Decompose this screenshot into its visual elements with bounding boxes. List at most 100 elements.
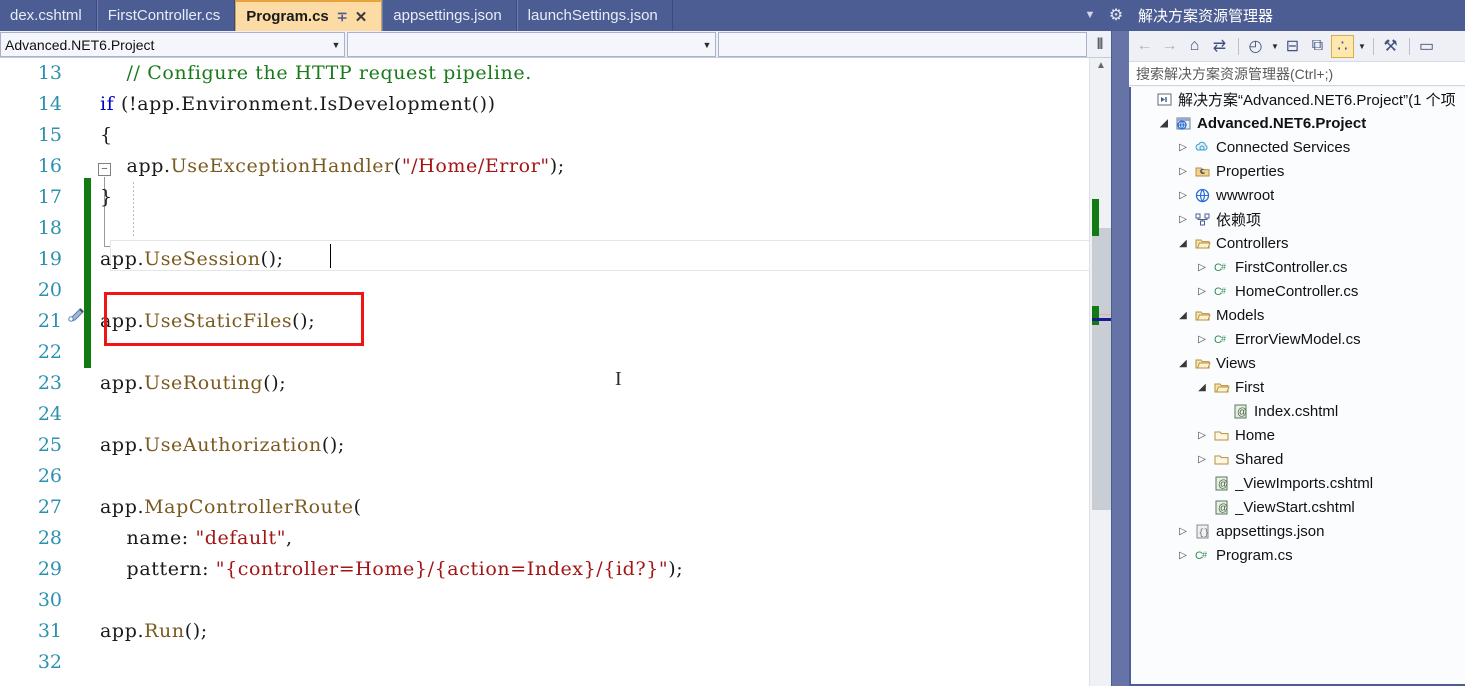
collapsed-twisty-icon[interactable]: ▷	[1175, 550, 1191, 561]
expanded-twisty-icon[interactable]: ◢	[1175, 358, 1191, 369]
sync-with-active-document-icon[interactable]: ⇄	[1208, 35, 1231, 58]
code-editor-surface[interactable]: 13 // Configure the HTTP request pipelin…	[0, 58, 1129, 686]
line-number: 26	[37, 465, 62, 487]
tree-item-advanced-net6-project[interactable]: ◢ Advanced.NET6.Project	[1131, 111, 1465, 135]
code-line[interactable]: 23 app.UseRouting();	[0, 368, 1090, 399]
code-line[interactable]: 26	[0, 461, 1090, 492]
collapsed-twisty-icon[interactable]: ▷	[1194, 262, 1210, 273]
tree-item-home[interactable]: ▷ Home	[1131, 423, 1465, 447]
pane-splitter[interactable]	[1111, 31, 1129, 686]
expanded-twisty-icon[interactable]: ◢	[1194, 382, 1210, 393]
folder-icon	[1210, 451, 1232, 468]
tree-item-homecontroller-cs[interactable]: ▷ C # HomeController.cs	[1131, 279, 1465, 303]
type-scope-dropdown[interactable]: ▼	[347, 32, 716, 57]
tree-item-viewimports-cshtml[interactable]: @ _ViewImports.cshtml	[1131, 471, 1465, 495]
document-tab-program-cs[interactable]: Program.cs ∓ ✕	[235, 0, 383, 31]
tree-item-viewstart-cshtml[interactable]: @ _ViewStart.cshtml	[1131, 495, 1465, 519]
home-icon[interactable]: ⌂	[1183, 35, 1206, 58]
solution-explorer-search-input[interactable]: 搜索解决方案资源管理器(Ctrl+;)	[1129, 62, 1465, 86]
code-line[interactable]: 22	[0, 337, 1090, 368]
chevron-down-icon[interactable]: ▼	[1356, 35, 1368, 58]
code-line[interactable]: 19 app.UseSession();	[0, 244, 1090, 275]
code-line[interactable]: 24	[0, 399, 1090, 430]
collapsed-twisty-icon[interactable]: ▷	[1194, 334, 1210, 345]
tree-item-models[interactable]: ◢ Models	[1131, 303, 1465, 327]
code-line[interactable]: 14 if (!app.Environment.IsDevelopment())	[0, 89, 1090, 120]
tree-item-controllers[interactable]: ◢ Controllers	[1131, 231, 1465, 255]
code-line[interactable]: 25 app.UseAuthorization();	[0, 430, 1090, 461]
code-line[interactable]: 32	[0, 647, 1090, 678]
code-text: name: "default",	[100, 523, 293, 554]
collapsed-twisty-icon[interactable]: ▷	[1194, 430, 1210, 441]
code-token: ();	[292, 310, 316, 332]
code-line[interactable]: 21 app.UseStaticFiles();	[0, 306, 1090, 337]
tree-item-wwwroot[interactable]: ▷ wwwroot	[1131, 183, 1465, 207]
tree-item-views[interactable]: ◢ Views	[1131, 351, 1465, 375]
tree-item-firstcontroller-cs[interactable]: ▷ C # FirstController.cs	[1131, 255, 1465, 279]
solution-tree[interactable]: 解决方案“Advanced.NET6.Project”(1 个项 ◢ Advance…	[1129, 87, 1465, 686]
collapse-region-icon[interactable]: −	[98, 163, 111, 176]
document-tab-launchsettings-json[interactable]: launchSettings.json	[516, 0, 673, 31]
code-line[interactable]: 18	[0, 213, 1090, 244]
json-icon: {}	[1191, 523, 1213, 540]
show-all-files-icon[interactable]: ⧉	[1306, 35, 1329, 58]
gear-icon[interactable]: ⚙	[1104, 3, 1128, 27]
solution-icon	[1153, 91, 1175, 108]
code-line[interactable]: 20	[0, 275, 1090, 306]
collapsed-twisty-icon[interactable]: ▷	[1175, 166, 1191, 177]
member-scope-dropdown[interactable]	[718, 32, 1087, 57]
scrollbar-thumb[interactable]	[1092, 228, 1111, 510]
code-line[interactable]: 15 {	[0, 120, 1090, 151]
svg-text:#: #	[1202, 550, 1207, 560]
toolbar-separator	[1238, 37, 1239, 55]
scroll-up-icon[interactable]: ▲	[1090, 60, 1112, 76]
preview-selected-items-icon[interactable]: ∴	[1331, 34, 1354, 58]
tree-item-[interactable]: ▷ 依赖项	[1131, 207, 1465, 231]
tree-item-advanced-net6-project-1[interactable]: 解决方案“Advanced.NET6.Project”(1 个项	[1131, 87, 1465, 111]
project-scope-dropdown[interactable]: Advanced.NET6.Project ▼	[0, 32, 345, 57]
collapsed-twisty-icon[interactable]: ▷	[1175, 142, 1191, 153]
document-tab-dex-cshtml[interactable]: dex.cshtml	[0, 0, 97, 31]
code-line[interactable]: 17}	[0, 182, 1090, 213]
document-tab-firstcontroller-cs[interactable]: FirstController.cs	[96, 0, 236, 31]
collapse-all-icon[interactable]: ⊟	[1281, 35, 1304, 58]
code-line[interactable]: 16 app.UseExceptionHandler("/Home/Error"…	[0, 151, 1090, 182]
tree-item-errorviewmodel-cs[interactable]: ▷ C # ErrorViewModel.cs	[1131, 327, 1465, 351]
code-line[interactable]: 29 pattern: "{controller=Home}/{action=I…	[0, 554, 1090, 585]
tab-list-dropdown-icon[interactable]: ▼	[1078, 4, 1102, 26]
document-tab-appsettings-json[interactable]: appsettings.json	[382, 0, 517, 31]
tree-item-connected-services[interactable]: ▷ Connected Services	[1131, 135, 1465, 159]
code-line[interactable]: 28 name: "default",	[0, 523, 1090, 554]
tree-item-program-cs[interactable]: ▷ C # Program.cs	[1131, 543, 1465, 567]
line-number: 20	[37, 279, 62, 301]
code-line[interactable]: 27 app.MapControllerRoute(	[0, 492, 1090, 523]
code-text: app.UseExceptionHandler("/Home/Error");	[100, 151, 565, 182]
pin-tab-icon[interactable]: ∓	[337, 9, 348, 25]
tree-item-appsettings-json[interactable]: ▷ {} appsettings.json	[1131, 519, 1465, 543]
code-token: app.	[100, 372, 145, 394]
code-line[interactable]: 31 app.Run();	[0, 616, 1090, 647]
editor-vertical-scrollbar[interactable]: ▲	[1089, 58, 1112, 686]
collapsed-twisty-icon[interactable]: ▷	[1194, 286, 1210, 297]
chevron-down-icon[interactable]: ▼	[1269, 35, 1281, 58]
tree-item-properties[interactable]: ▷ Properties	[1131, 159, 1465, 183]
code-line[interactable]: 30	[0, 585, 1090, 616]
code-line[interactable]: 13 // Configure the HTTP request pipelin…	[0, 58, 1090, 89]
tree-item-index-cshtml[interactable]: @ Index.cshtml	[1131, 399, 1465, 423]
collapsed-twisty-icon[interactable]: ▷	[1175, 190, 1191, 201]
close-tab-icon[interactable]: ✕	[355, 8, 368, 26]
pending-changes-filter-icon[interactable]: ◴	[1244, 35, 1267, 58]
tree-item-first[interactable]: ◢ First	[1131, 375, 1465, 399]
view-designer-icon[interactable]: ▭	[1415, 35, 1438, 58]
collapsed-twisty-icon[interactable]: ▷	[1175, 214, 1191, 225]
split-editor-icon[interactable]: ⫴	[1090, 32, 1110, 57]
expanded-twisty-icon[interactable]: ◢	[1156, 118, 1172, 129]
expanded-twisty-icon[interactable]: ◢	[1175, 238, 1191, 249]
expanded-twisty-icon[interactable]: ◢	[1175, 310, 1191, 321]
collapsed-twisty-icon[interactable]: ▷	[1175, 526, 1191, 537]
tree-item-shared[interactable]: ▷ Shared	[1131, 447, 1465, 471]
properties-icon[interactable]: ⚒	[1379, 35, 1402, 58]
collapsed-twisty-icon[interactable]: ▷	[1194, 454, 1210, 465]
editor-pane: dex.cshtml FirstController.cs Program.cs ∓ ✕…	[0, 0, 1129, 686]
code-token: app.	[100, 434, 145, 456]
